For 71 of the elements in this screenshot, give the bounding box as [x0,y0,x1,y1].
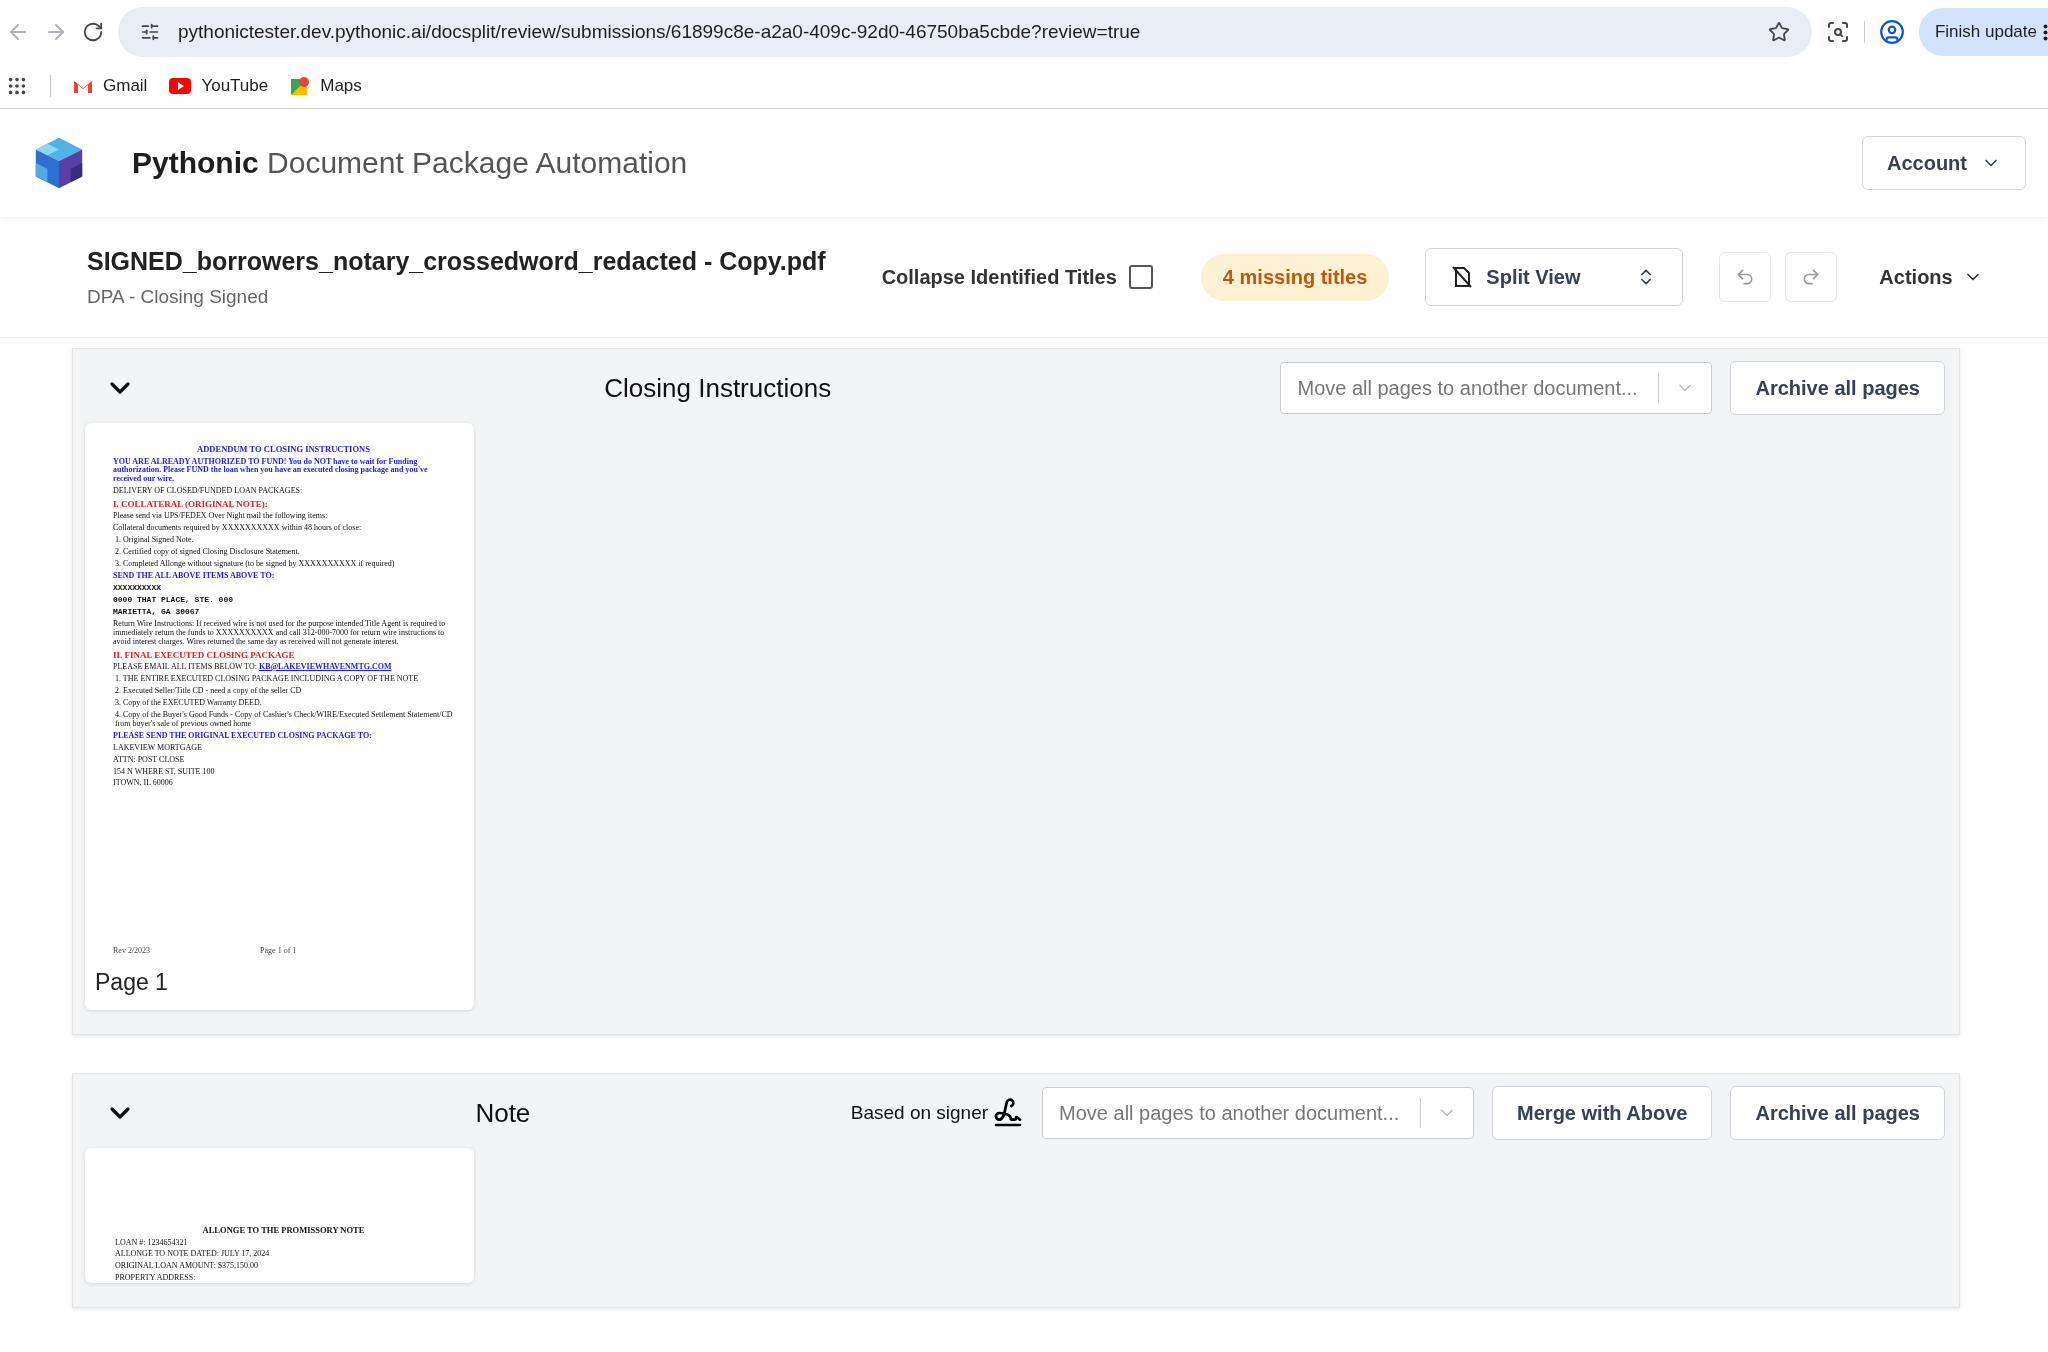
file-type: DPA - Closing Signed [87,285,270,308]
page-label: Page 1 [94,968,169,997]
document-text: XXXXXXXXXX [113,584,162,594]
actions-menu[interactable]: Actions [1873,264,1989,290]
document-text: 0000 THAT PLACE, STE. 000 [113,596,235,606]
page-thumbnail[interactable]: ALLONGE TO THE PROMISSORY NOTE LOAN #: 1234654321 ALLONGE TO NOTE DATED: JULY 17, 2024 ORIGINAL LOAN AMOUNT: $375,150.00 PROPERTY ADDRESS: [85,1148,474,1284]
document-text: YOU ARE ALREADY AUTHORIZED TO FUND! You do NOT have to wait for Funding authorization. Please FUND the loan when you have an executed closing package and you've received our wire. [113,457,429,485]
document-text: DELIVERY OF CLOSED/FUNDED LOAN PACKAGES: [113,487,304,497]
document-text: MARIETTA, GA 30067 [113,608,201,617]
merge-button[interactable]: Merge with Above [1492,1086,1713,1140]
view-select[interactable]: Split View [1425,248,1684,306]
page-thumbnail[interactable] [85,423,474,1010]
document-text: 2. Certified copy of signed Closing Disclosure Statement. [114,548,301,558]
document-text: II. FINAL EXECUTED CLOSING PACKAGE [113,649,296,660]
checkbox-label: Collapse Identified Titles [881,265,1117,289]
bookmark[interactable]: YouTube [169,76,269,96]
page-slash-icon [1452,266,1473,288]
document-text: 1. Original Signed Note. [114,536,195,546]
document-text: 3. Completed Allonge without signature (to be signed by XXXXXXXXXX if required) [114,560,396,570]
reload-icon[interactable] [82,21,104,43]
document-text: 154 N WHERE ST, SUITE 100 [113,767,216,777]
document-text: 2. Executed Seller/Title CD - need a copy of the seller CD [114,686,303,696]
url-text: pythonictester.dev.pythonic.ai/docsplit/review/submissions/61899c8e-a2a0-409c-92d0-46750ba5cbde?review=true [178,21,1142,43]
move-pages-select[interactable]: Move all pages to another document... [1042,1087,1475,1139]
email-link[interactable]: KB@LAKEVIEWHAVENMTG.COM [259,661,392,671]
account-button[interactable]: Account [1862,136,2026,190]
document-text: ATTN: POST CLOSE [113,755,186,765]
signer-label: Based on signer [850,1102,989,1124]
redo-icon [1801,267,1822,287]
file-name: SIGNED_borrowers_notary_crossedword_redacted - Copy.pdf [87,246,826,276]
document-text: PROPERTY ADDRESS: [115,1274,197,1284]
document-text: ITOWN, IL 60006 [113,779,174,789]
document-text: Collateral documents required by XXXXXXXXXX within 48 hours of close: [113,524,363,534]
apps-icon[interactable] [6,75,28,97]
document-text: LAKEVIEW MORTGAGE [113,743,203,753]
archive-button[interactable]: Archive all pages [1730,361,1945,415]
document-text: ORIGINAL LOAN AMOUNT: $375,150.00 [115,1262,260,1272]
play-icon [169,78,192,94]
screen-search-icon[interactable] [1825,20,1850,44]
document-title: Closing Instructions [603,372,833,404]
document-text: ALLONGE TO THE PROMISSORY NOTE [201,1226,366,1236]
document-text: 3. Copy of the EXECUTED Warranty DEED. [114,698,263,708]
document-footer: Rev 2/2023 [113,946,151,955]
document-title: Note [474,1097,532,1129]
archive-button[interactable]: Archive all pages [1730,1086,1945,1140]
document-text: ADDENDUM TO CLOSING INSTRUCTIONS [196,445,371,455]
document-text: PLEASE EMAIL ALL ITEMS BELOW TO: KB@LAKEVIEWHAVENMTG.COM [113,662,393,672]
document-text: Please send via UPS/FEDEX Over Night mail the following items: [113,512,329,522]
status-badge: 4 missing titles [1200,253,1390,301]
map-pin-icon [290,76,311,96]
app-title: Pythonic Document Package Automation [132,146,688,180]
document-text: 1. THE ENTIRE EXECUTED CLOSING PACKAGE INCLUDING A COPY OF THE NOTE [114,674,420,684]
document-text: SEND THE ALL ABOVE ITEMS ABOVE TO: [113,572,276,582]
checkbox[interactable] [1128,265,1153,289]
bookmark[interactable]: Gmail [73,76,148,96]
move-pages-select[interactable]: Move all pages to another document... [1280,362,1713,414]
mail-icon [73,78,93,94]
profile-icon[interactable] [1878,19,1905,45]
document-text: ALLONGE TO NOTE DATED: JULY 17, 2024 [115,1250,271,1260]
document-text: 4. Copy of the Buyer's Good Funds - Copy of Cashier's Check/WIRE/Executed Settlement Statement/CD from buyer's sale of previous owned home [114,710,454,729]
document-text: I. COLLATERAL (ORIGINAL NOTE): [113,499,269,510]
document-text: Return Wire Instructions: If received wire is not used for the purpose intended Title Agent is required to immediately return the funds to XXXXXXXXXX and call 312-000-7000 for return wire instructions to avoid interest charges. Wires returned the same day as received will not generate interest. [113,620,447,647]
document-text: PLEASE SEND THE ORIGINAL EXECUTED CLOSING PACKAGE TO: [113,731,373,741]
bookmark[interactable]: Maps [290,76,362,96]
more-icon [2043,23,2048,41]
address-bar[interactable]: pythonictester.dev.pythonic.ai/docsplit/review/submissions/61899c8e-a2a0-409c-92d0-46750ba5cbde?review=true [118,7,1812,57]
update-button[interactable]: Finish update [1918,8,2048,56]
site-settings-icon[interactable] [140,22,160,42]
star-icon[interactable] [1767,21,1790,43]
document-text: LOAN #: 1234654321 [115,1238,189,1248]
document-footer: Page 1 of 1 [260,946,297,955]
